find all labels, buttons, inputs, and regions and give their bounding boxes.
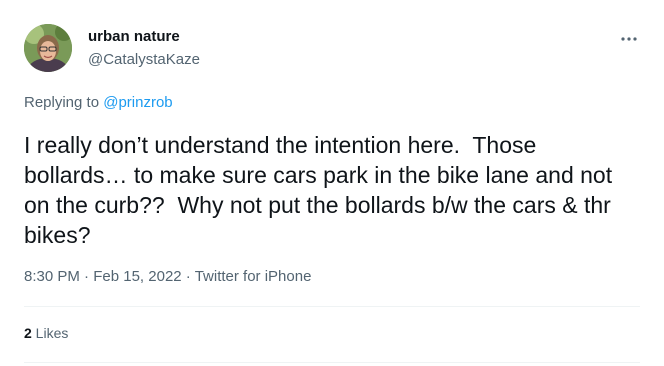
replying-to-label: Replying to [24,94,104,111]
tweet-card: urban nature @CatalystaKaze Replying to … [0,0,664,366]
divider [24,362,640,363]
author-name[interactable]: urban nature [88,28,180,45]
tweet-text: I really don’t understand the intention … [24,132,619,248]
tweet-date[interactable]: Feb 15, 2022 [93,268,181,285]
meta-separator: · [79,268,94,285]
more-horizontal-icon[interactable] [620,30,638,48]
reply-mention-link[interactable]: @prinzrob [103,94,172,111]
replying-to: Replying to @prinzrob [24,94,173,111]
author-handle[interactable]: @CatalystaKaze [88,51,200,68]
meta-separator: · [181,268,195,285]
tweet-meta: 8:30 PM · Feb 15, 2022 · Twitter for iPh… [24,268,311,285]
avatar[interactable] [24,24,72,72]
likes-count: 2 [24,325,32,341]
divider [24,306,640,307]
tweet-source[interactable]: Twitter for iPhone [195,268,312,285]
avatar-image [24,24,72,72]
likes-stat[interactable]: 2 Likes [24,325,68,341]
likes-label: Likes [31,325,69,341]
tweet-time[interactable]: 8:30 PM [24,268,80,285]
